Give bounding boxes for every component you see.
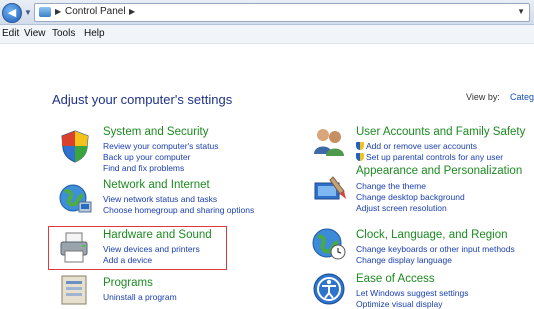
menu-edit[interactable]: Edit bbox=[2, 28, 19, 39]
link-change-theme[interactable]: Change the theme bbox=[356, 181, 426, 191]
view-by-label: View by: bbox=[466, 92, 500, 102]
uac-shield-icon bbox=[356, 153, 364, 161]
link-review-status[interactable]: Review your computer's status bbox=[103, 141, 218, 151]
link-change-keyboards[interactable]: Change keyboards or other input methods bbox=[356, 244, 515, 254]
page-title: Adjust your computer's settings bbox=[52, 92, 233, 107]
category-title-hardware-sound[interactable]: Hardware and Sound bbox=[103, 229, 212, 241]
view-by-dropdown[interactable]: Catego bbox=[510, 92, 534, 102]
category-title-clock-language[interactable]: Clock, Language, and Region bbox=[356, 229, 508, 241]
ease-of-access-icon[interactable] bbox=[311, 271, 347, 307]
users-icon[interactable] bbox=[311, 124, 347, 160]
uac-shield-icon bbox=[356, 142, 364, 150]
category-title-user-accounts[interactable]: User Accounts and Family Safety bbox=[356, 126, 525, 138]
link-add-device[interactable]: Add a device bbox=[103, 255, 152, 265]
link-parental-controls-text: Set up parental controls for any user bbox=[366, 152, 504, 162]
link-desktop-background[interactable]: Change desktop background bbox=[356, 192, 465, 202]
printer-icon[interactable] bbox=[57, 229, 93, 265]
security-shield-icon[interactable] bbox=[57, 128, 93, 164]
menu-view[interactable]: View bbox=[24, 28, 46, 39]
link-display-language[interactable]: Change display language bbox=[356, 255, 452, 265]
category-title-appearance[interactable]: Appearance and Personalization bbox=[356, 165, 522, 177]
network-globe-icon[interactable] bbox=[57, 180, 93, 216]
address-bar: ◀ ▼ ▶ Control Panel ▶ ▼ bbox=[0, 0, 534, 25]
link-screen-resolution[interactable]: Adjust screen resolution bbox=[356, 203, 447, 213]
breadcrumb-control-panel[interactable]: Control Panel bbox=[65, 6, 126, 17]
category-title-network-internet[interactable]: Network and Internet bbox=[103, 179, 210, 191]
breadcrumb-separator-icon[interactable]: ▶ bbox=[55, 7, 61, 16]
address-field[interactable]: ▶ Control Panel ▶ ▼ bbox=[34, 3, 530, 22]
paint-brush-icon[interactable] bbox=[311, 173, 347, 209]
chevron-down-icon[interactable]: ▼ bbox=[517, 7, 525, 16]
recent-pages-dropdown-icon[interactable]: ▼ bbox=[24, 8, 32, 17]
link-find-fix[interactable]: Find and fix problems bbox=[103, 163, 184, 173]
link-back-up[interactable]: Back up your computer bbox=[103, 152, 190, 162]
link-parental-controls[interactable]: Set up parental controls for any user bbox=[356, 152, 503, 162]
link-uninstall-program[interactable]: Uninstall a program bbox=[103, 292, 177, 302]
clock-globe-icon[interactable] bbox=[311, 225, 347, 261]
link-optimize-visual[interactable]: Optimize visual display bbox=[356, 299, 442, 309]
menu-bar: Edit View Tools Help bbox=[0, 25, 534, 44]
programs-icon[interactable] bbox=[57, 272, 93, 308]
link-network-status[interactable]: View network status and tasks bbox=[103, 194, 217, 204]
menu-tools[interactable]: Tools bbox=[52, 28, 75, 39]
breadcrumb-chevron-icon[interactable]: ▶ bbox=[129, 7, 135, 16]
link-add-remove-accounts-text: Add or remove user accounts bbox=[366, 141, 478, 151]
link-homegroup-sharing[interactable]: Choose homegroup and sharing options bbox=[103, 205, 254, 215]
link-devices-printers[interactable]: View devices and printers bbox=[103, 244, 200, 254]
control-panel-icon bbox=[39, 7, 51, 17]
category-title-programs[interactable]: Programs bbox=[103, 277, 153, 289]
link-suggest-settings[interactable]: Let Windows suggest settings bbox=[356, 288, 468, 298]
menu-help[interactable]: Help bbox=[84, 28, 105, 39]
category-title-ease-access[interactable]: Ease of Access bbox=[356, 273, 435, 285]
category-title-system-security[interactable]: System and Security bbox=[103, 126, 208, 138]
link-add-remove-accounts[interactable]: Add or remove user accounts bbox=[356, 141, 477, 151]
back-arrow-icon[interactable]: ◀ bbox=[2, 3, 22, 23]
